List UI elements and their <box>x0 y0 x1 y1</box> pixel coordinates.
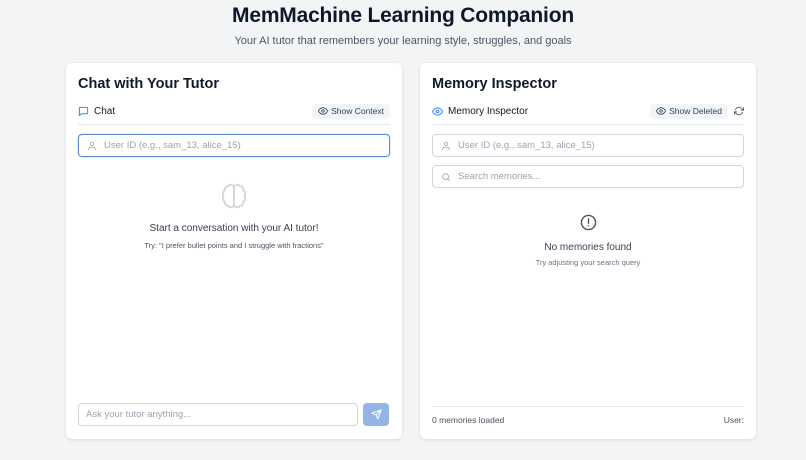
memory-divider <box>432 124 744 125</box>
chat-compose-bar <box>78 403 389 426</box>
refresh-icon <box>734 106 744 116</box>
memory-user-label: User: <box>723 415 744 425</box>
send-icon <box>370 409 382 420</box>
refresh-button[interactable] <box>734 106 744 116</box>
memory-search-field[interactable] <box>432 165 744 188</box>
chat-empty-state: Start a conversation with your AI tutor!… <box>66 183 402 250</box>
memory-toolbar: Memory Inspector Show Deleted <box>432 101 744 121</box>
memory-toolbar-actions: Show Deleted <box>650 103 744 119</box>
memory-search-input[interactable] <box>458 171 743 182</box>
memory-footer-divider <box>432 406 744 407</box>
alert-circle-icon <box>580 214 596 231</box>
show-deleted-button[interactable]: Show Deleted <box>650 103 728 119</box>
chat-empty-title: Start a conversation with your AI tutor! <box>149 223 319 234</box>
eye-icon <box>656 107 667 115</box>
chat-card: Chat with Your Tutor Chat Show Context U… <box>66 63 402 439</box>
brain-icon <box>221 183 247 209</box>
chat-user-id-input[interactable] <box>104 140 389 151</box>
show-context-label: Show Context <box>331 106 384 116</box>
chat-divider <box>78 124 390 125</box>
page: MemMachine Learning Companion Your AI tu… <box>0 0 806 460</box>
memory-user-id-field[interactable] <box>432 134 744 157</box>
send-button[interactable] <box>363 403 389 426</box>
user-icon <box>88 141 96 150</box>
show-context-button[interactable]: Show Context <box>312 103 390 119</box>
eye-icon <box>318 107 329 115</box>
memory-tab-label: Memory Inspector <box>448 105 529 117</box>
chat-user-id-field[interactable] <box>78 134 390 157</box>
memory-empty-hint: Try adjusting your search query <box>535 258 641 267</box>
chat-toolbar: Chat Show Context <box>78 101 390 121</box>
page-header: MemMachine Learning Companion Your AI tu… <box>0 0 806 47</box>
memory-footer: 0 memories loaded User: <box>432 415 744 425</box>
memory-tab[interactable]: Memory Inspector <box>432 106 528 117</box>
memory-empty-title: No memories found <box>544 242 632 253</box>
memory-empty-state: No memories found Try adjusting your sea… <box>420 214 756 267</box>
chat-tab-label: Chat <box>94 105 116 117</box>
chat-toolbar-actions: Show Context <box>312 103 390 119</box>
message-field[interactable] <box>78 403 358 426</box>
user-icon <box>442 141 450 150</box>
chat-empty-hint: Try: "I prefer bullet points and I strug… <box>144 241 324 250</box>
memory-count: 0 memories loaded <box>432 415 505 425</box>
eye-icon <box>432 106 443 116</box>
chat-card-title: Chat with Your Tutor <box>78 76 219 92</box>
page-title: MemMachine Learning Companion <box>232 4 574 27</box>
memory-user-id-input[interactable] <box>458 140 743 151</box>
search-icon <box>442 172 451 181</box>
chat-tab[interactable]: Chat <box>78 106 115 117</box>
page-subtitle: Your AI tutor that remembers your learni… <box>234 35 572 47</box>
memory-card-title: Memory Inspector <box>432 76 557 92</box>
message-input[interactable] <box>86 409 357 420</box>
message-square-icon <box>78 106 89 116</box>
show-deleted-label: Show Deleted <box>669 106 722 116</box>
memory-card: Memory Inspector Memory Inspector Show D… <box>420 63 756 439</box>
